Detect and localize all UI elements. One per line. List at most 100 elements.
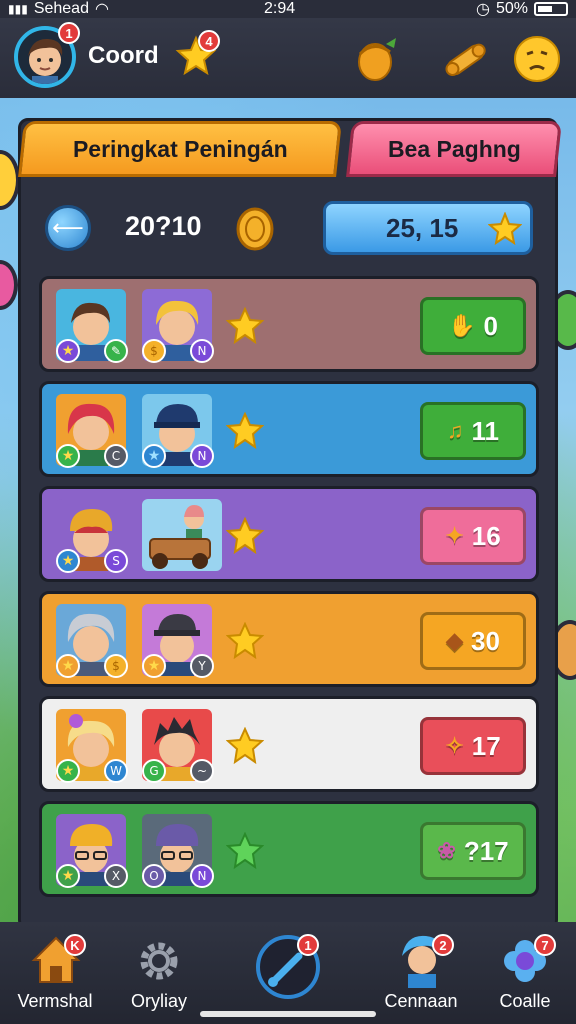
nav-item-profile[interactable]: 2 Cennaan [366, 928, 476, 1020]
wifi-icon: ◠ [94, 1, 109, 18]
avatar-notification-badge: 1 [58, 22, 80, 44]
reward-value: ?17 [463, 835, 509, 866]
nav-home-badge: K [64, 934, 86, 956]
reward-value: 0 [483, 310, 498, 341]
tab-secondary-label: Bea Paghng [387, 135, 521, 162]
skill-badge: W [104, 759, 128, 783]
top-bar: 1 Coord 4 [0, 18, 576, 98]
star-icon [226, 517, 264, 555]
skill-badge: C [104, 444, 128, 468]
skill-badge: O [142, 864, 166, 888]
scroll-icon [445, 43, 486, 76]
rank-star-badge: ★ [56, 339, 80, 363]
partner-portrait [142, 499, 222, 571]
skill-badge: X [104, 864, 128, 888]
star-icon [226, 307, 264, 345]
nav-profile-badge: 2 [432, 934, 454, 956]
rank-star-badge: ★ [56, 549, 80, 573]
acorn-icon [358, 38, 396, 81]
reward-button[interactable]: ❀ ?17 [420, 822, 526, 880]
reward-button[interactable]: ♫ 11 [420, 402, 526, 460]
coin-badge: $ [142, 339, 166, 363]
nav-item-settings[interactable]: Oryliay [104, 928, 214, 1020]
nav-settings-label: Oryliay [130, 991, 187, 1011]
tab-secondary[interactable]: Bea Paghng [346, 121, 562, 177]
ranking-row[interactable]: ★ $ ★ Y ◆ 30 [39, 591, 539, 687]
reward-icon: ✋ [448, 313, 476, 338]
coin-badge: $ [104, 654, 128, 678]
star-notification-badge: 4 [198, 30, 220, 52]
nav-collection-label: Coalle [499, 991, 551, 1011]
carrier-name: Sehead [33, 0, 89, 17]
status-bar: ▮▮▮ Sehead ◠ 2:94 ◷ 50% [0, 0, 576, 18]
sad-face-icon [514, 36, 560, 82]
rank-star-badge: ★ [56, 759, 80, 783]
tab-rankings-label: Peringkat Peningán [72, 135, 288, 162]
nav-collection-badge: 7 [534, 934, 556, 956]
star-icon [226, 622, 264, 660]
reward-button[interactable]: ✋ 0 [420, 297, 526, 355]
emoji-status-button[interactable] [512, 34, 562, 84]
rank-star-badge: ★ [56, 864, 80, 888]
skill-badge: N [190, 444, 214, 468]
ranking-row[interactable]: ★ ✎ $ N ✋ 0 [39, 276, 539, 372]
clock: 2:94 [264, 0, 296, 17]
skill-badge: N [190, 339, 214, 363]
nav-home-label: Vermshal [17, 991, 93, 1011]
reward-button[interactable]: ◆ 30 [420, 612, 526, 670]
nav-item-collection[interactable]: 7 Coalle [470, 928, 576, 1020]
reward-icon: ❀ [437, 838, 456, 863]
score-display: 25, 15 [323, 201, 533, 255]
score-value: 25, 15 [386, 212, 459, 243]
reward-value: 17 [471, 730, 501, 761]
reward-value: 11 [471, 415, 500, 446]
acorn-button[interactable] [352, 34, 402, 84]
scroll-button[interactable] [440, 34, 490, 84]
back-button[interactable]: ⟵ [45, 205, 91, 251]
rank-star-badge: ★ [56, 654, 80, 678]
reward-value: 16 [471, 520, 501, 551]
skill-badge: G [142, 759, 166, 783]
reward-icon: ✧ [445, 733, 464, 758]
star-icon [226, 412, 264, 450]
ranking-row[interactable]: ★ X O N ❀ ?17 [39, 801, 539, 897]
home-indicator[interactable] [200, 1011, 376, 1017]
bottom-navigation: K Vermshal Oryliay 1 2 Cennaan 7 Coalle [0, 922, 576, 1024]
rank-star-badge: ★ [142, 654, 166, 678]
star-icon [226, 832, 264, 870]
nav-profile-label: Cennaan [384, 991, 458, 1011]
nav-item-home[interactable]: K Vermshal [0, 928, 110, 1020]
battery-percent: 50% [495, 0, 528, 17]
ranking-row[interactable]: ★ W G ~ ✧ 17 [39, 696, 539, 792]
signal-icon: ▮▮▮ [8, 2, 28, 16]
reward-button[interactable]: ✦ 16 [420, 507, 526, 565]
coin-count: 20?10 [125, 211, 202, 241]
skill-badge: S [104, 549, 128, 573]
reward-button[interactable]: ✧ 17 [420, 717, 526, 775]
reward-icon: ♫ [447, 418, 464, 443]
rank-star-badge: ★ [142, 444, 166, 468]
skill-badge: ~ [190, 759, 214, 783]
ranking-row[interactable]: ★ S ✦ 16 [39, 486, 539, 582]
nav-item-center[interactable]: 1 [233, 928, 343, 1020]
rank-star-badge: ★ [56, 444, 80, 468]
coin-icon [236, 207, 274, 251]
alarm-icon: ◷ [476, 1, 490, 18]
ranking-row[interactable]: ★ C ★ N ♫ 11 [39, 381, 539, 477]
back-arrow-icon: ⟵ [52, 215, 84, 241]
gear-icon [140, 942, 178, 980]
player-name: Coord [88, 42, 159, 69]
leaderboard-panel: Peringkat Peningán Bea Paghng ⟵ 20?10 25… [18, 118, 562, 930]
skill-badge: ✎ [104, 339, 128, 363]
panel-toolbar: ⟵ 20?10 25, 15 [39, 201, 539, 257]
nav-center-badge: 1 [297, 934, 319, 956]
tab-rankings[interactable]: Peringkat Peningán [18, 121, 342, 177]
star-icon [226, 727, 264, 765]
battery-icon [534, 2, 568, 16]
reward-icon: ✦ [445, 523, 464, 548]
reward-value: 30 [471, 625, 500, 656]
reward-icon: ◆ [446, 628, 463, 653]
skill-badge: N [190, 864, 214, 888]
skill-badge: Y [190, 654, 214, 678]
star-icon [488, 212, 522, 246]
